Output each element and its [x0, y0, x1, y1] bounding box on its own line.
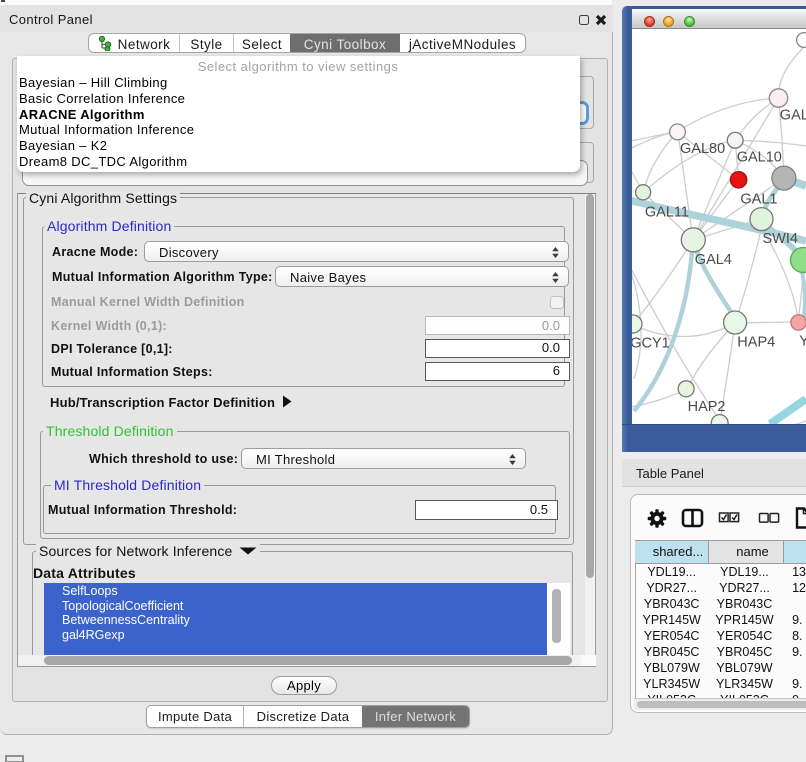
- svg-text:GAL1: GAL1: [740, 192, 777, 208]
- svg-text:GAL80: GAL80: [680, 141, 725, 157]
- svg-text:YJ: YJ: [799, 334, 806, 350]
- svg-text:GAL10: GAL10: [737, 150, 782, 166]
- svg-text:GAL11: GAL11: [645, 205, 689, 221]
- svg-text:GAL4: GAL4: [695, 252, 732, 268]
- svg-text:GAL7: GAL7: [780, 108, 806, 124]
- svg-text:HAP2: HAP2: [688, 399, 726, 415]
- svg-text:HAP4: HAP4: [737, 335, 775, 351]
- svg-text:SWI4: SWI4: [763, 231, 798, 247]
- svg-text:GCY1: GCY1: [632, 336, 670, 352]
